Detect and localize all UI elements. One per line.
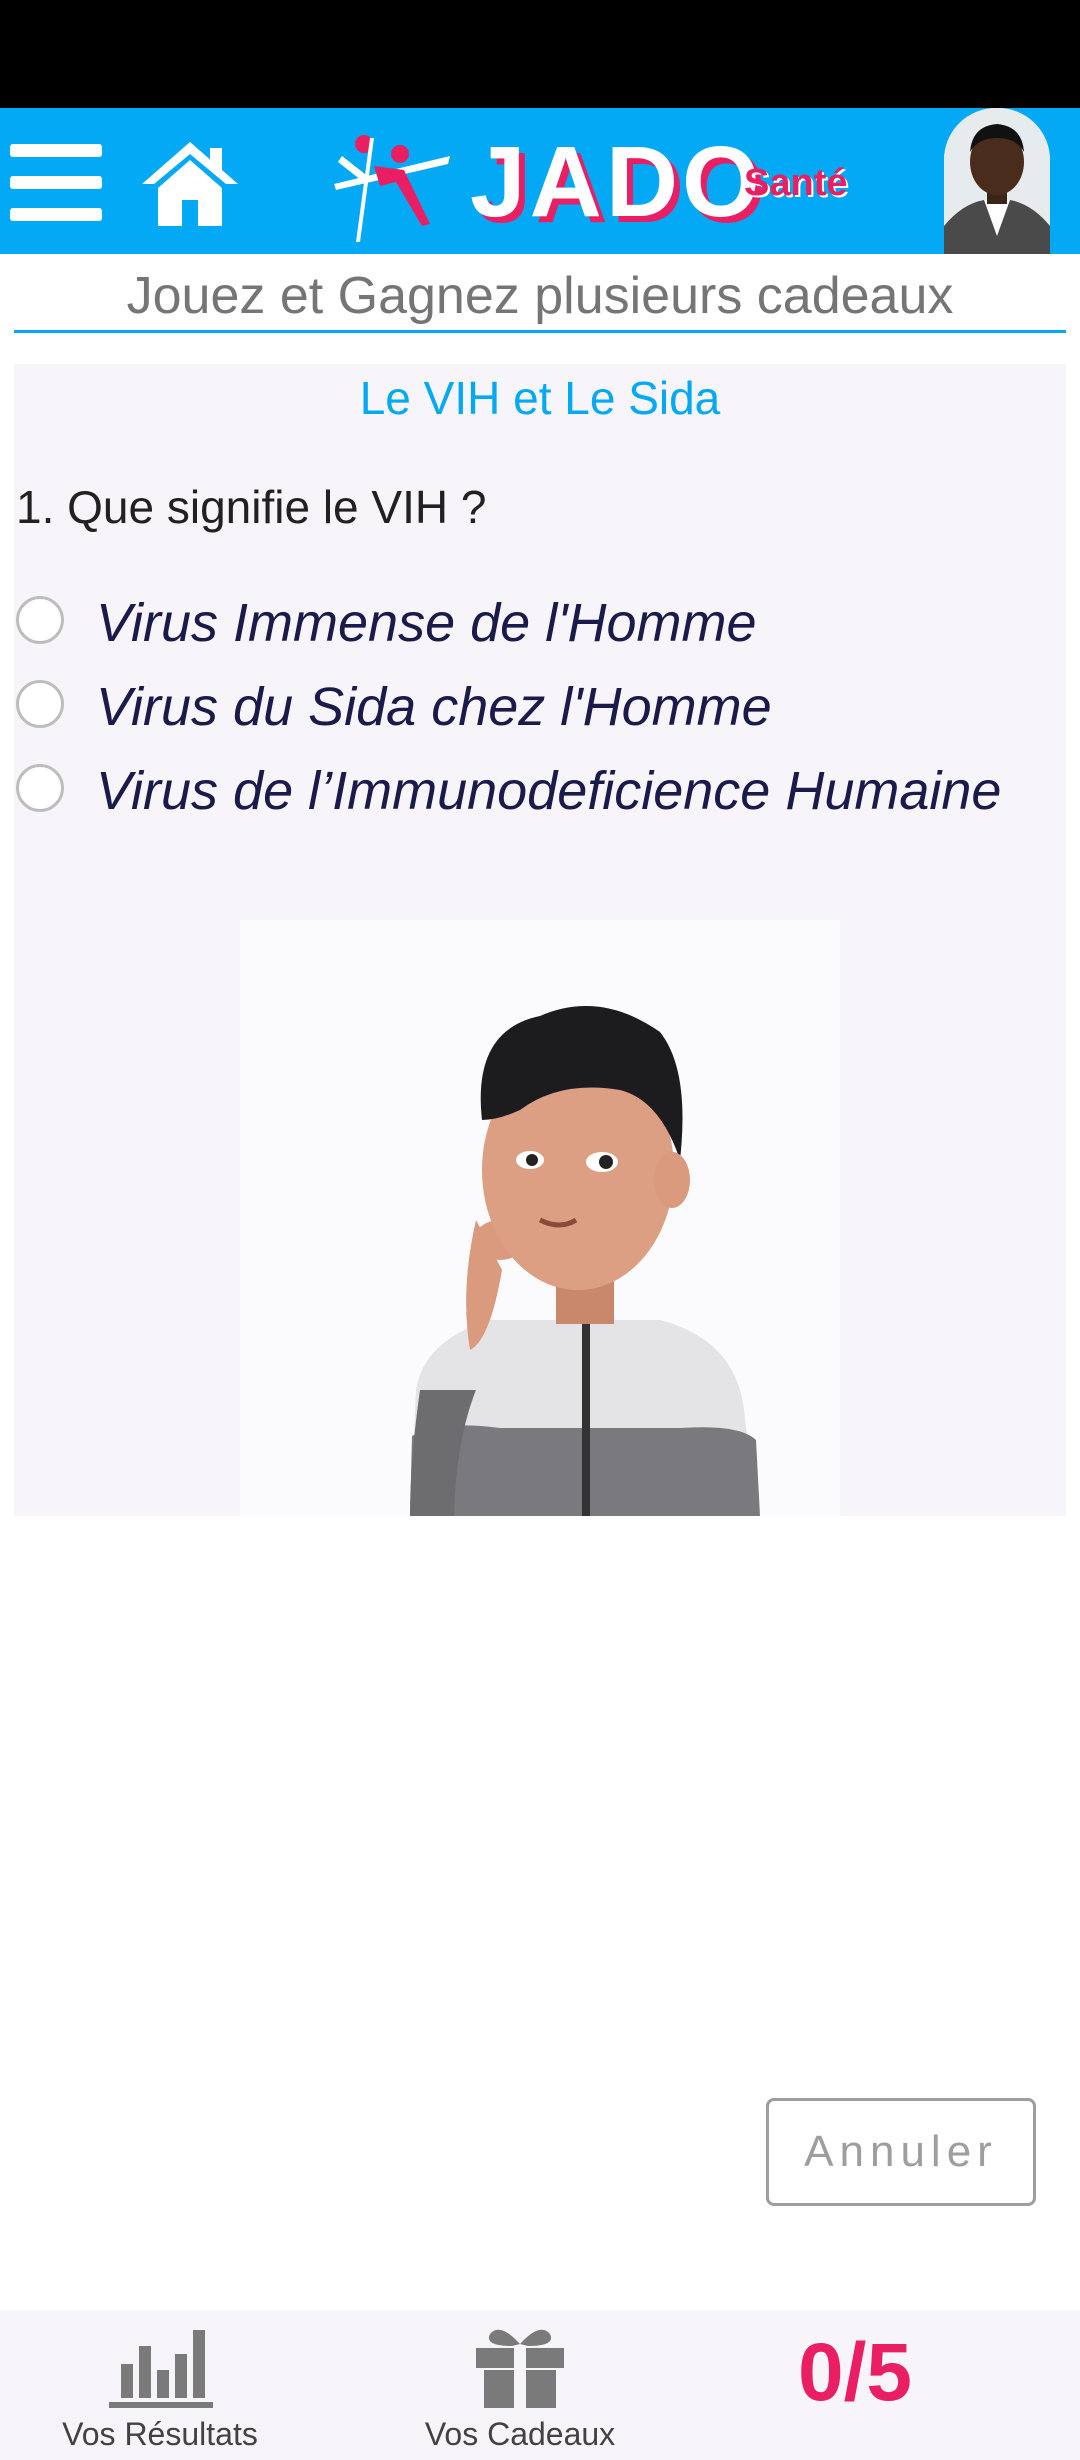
brand-logo: JADO Santé	[330, 118, 870, 248]
banner-divider	[14, 330, 1066, 333]
answer-label[interactable]: Virus de l’Immunodeficience Humaine	[96, 764, 1016, 818]
nav-gifts[interactable]: Vos Cadeaux	[400, 2310, 640, 2460]
radio-button[interactable]	[16, 764, 64, 812]
banner-text: Jouez et Gagnez plusieurs cadeaux	[126, 267, 954, 325]
logo-icon	[334, 135, 450, 242]
brand-name: JADO	[470, 126, 764, 238]
question-text: 1. Que signifie le VIH ?	[16, 481, 487, 533]
answer-label[interactable]: Virus du Sida chez l'Homme	[96, 680, 1016, 734]
cancel-button[interactable]: Annuler	[766, 2098, 1036, 2206]
score-counter: 0/5	[798, 2327, 912, 2418]
user-avatar[interactable]	[944, 108, 1050, 254]
home-icon[interactable]	[140, 138, 240, 228]
nav-results-label[interactable]: Vos Résultats	[40, 2416, 280, 2453]
gift-icon[interactable]	[472, 2324, 568, 2410]
radio-button[interactable]	[16, 680, 64, 728]
radio-button[interactable]	[16, 596, 64, 644]
quiz-title: Le VIH et Le Sida	[359, 372, 721, 424]
bar-chart-icon[interactable]	[107, 2324, 213, 2410]
brand-subtitle: Santé	[744, 162, 848, 204]
quiz-card: Le VIH et Le Sida 1. Que signifie le VIH…	[14, 364, 1066, 1516]
app-header: JADO Santé	[0, 108, 1080, 254]
answer-label[interactable]: Virus Immense de l'Homme	[96, 596, 1016, 650]
nav-gifts-label[interactable]: Vos Cadeaux	[400, 2416, 640, 2453]
hamburger-icon[interactable]	[10, 144, 102, 221]
nav-results[interactable]: Vos Résultats	[40, 2310, 280, 2460]
thinking-character-illustration	[240, 920, 840, 1516]
status-bar	[0, 0, 1080, 108]
bottom-nav: Vos Résultats Vos Cadeaux 0/5	[0, 2310, 1080, 2460]
